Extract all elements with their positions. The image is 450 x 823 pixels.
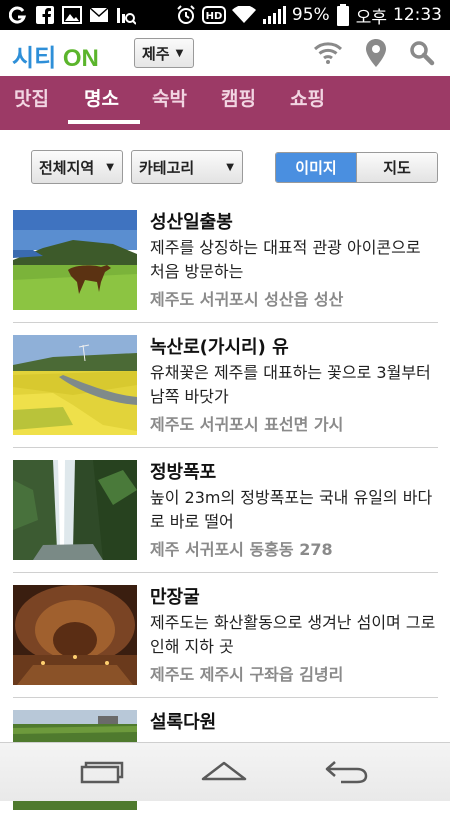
chevron-down-icon: ▼ [106,161,114,173]
tab-lodging[interactable]: 숙박 [152,84,187,111]
category-dropdown-value: 카테고리 [139,158,195,177]
alarm-icon [176,5,196,25]
list-item[interactable]: 만장굴 제주도는 화산활동으로 생겨난 섬이며 그로 인해 지하 곳 제주도 제… [0,573,450,698]
chevron-down-icon: ▼ [226,161,234,173]
chart-icon [116,5,136,25]
chevron-down-icon: ▼ [175,47,184,59]
system-nav-bar [0,742,450,801]
svg-text:HD: HD [206,11,223,22]
list-item[interactable]: 정방폭포 높이 23m의 정방폭포는 국내 유일의 바다로 바로 떨어 제주 서… [0,448,450,573]
region-value: 제주 [142,44,170,63]
g-icon [8,5,28,25]
active-tab-indicator [68,120,140,124]
logo-text-city: 시티 [12,45,57,72]
item-title: 성산일출봉 [150,212,233,233]
battery-icon [336,4,350,26]
item-title: 정방폭포 [150,462,217,483]
back-icon[interactable] [316,755,376,789]
hd-icon: HD [201,5,226,25]
item-address: 제주도 서귀포시 성산읍 성산 [150,290,344,309]
item-title: 만장굴 [150,587,200,608]
item-description: 유채꽃은 제주를 대표하는 꽃으로 3월부터 남쪽 바닷가 [150,363,431,406]
wifi-icon[interactable] [313,38,343,68]
app-header: 시티 ON 제주 ▼ [0,30,450,76]
search-icon[interactable] [407,38,437,68]
location-pin-icon[interactable] [361,38,391,68]
view-toggle: 이미지 지도 [275,152,438,183]
item-description: 제주를 상징하는 대표적 관광 아이콘으로 처음 방문하는 [150,238,421,281]
category-tab-bar: 맛집 명소 숙박 캠핑 쇼핑 [0,76,450,130]
item-title: 설록다원 [150,712,217,733]
list-item[interactable]: 녹산로(가시리) 유 유채꽃은 제주를 대표하는 꽃으로 3월부터 남쪽 바닷가… [0,323,450,448]
area-dropdown-value: 전체지역 [39,158,95,177]
facebook-icon [35,5,55,25]
thumbnail-image [13,335,137,435]
signal-icon [262,5,286,25]
category-dropdown[interactable]: 카테고리 ▼ [131,150,243,184]
tab-shopping[interactable]: 쇼핑 [290,84,325,111]
area-dropdown[interactable]: 전체지역 ▼ [31,150,123,184]
tab-attractions[interactable]: 명소 [84,84,119,111]
ampm-label: 오후 [355,7,387,28]
item-address: 제주도 제주시 구좌읍 김녕리 [150,665,344,684]
status-bar: HD 95% 오후 12:33 [0,0,450,30]
battery-percent: 95% [291,5,330,25]
tab-restaurants[interactable]: 맛집 [14,84,49,111]
map-view-button[interactable]: 지도 [356,153,437,182]
item-address: 제주 서귀포시 동홍동 278 [150,540,333,559]
thumbnail-image [13,460,137,560]
mail-icon [89,5,109,25]
item-description: 높이 23m의 정방폭포는 국내 유일의 바다로 바로 떨어 [150,488,433,531]
thumbnail-image [13,585,137,685]
image-view-button[interactable]: 이미지 [276,153,356,182]
home-icon[interactable] [194,755,254,789]
item-description: 제주도는 화산활동으로 생겨난 섬이며 그로 인해 지하 곳 [150,613,436,656]
region-select[interactable]: 제주 ▼ [134,38,194,68]
list-item[interactable]: 성산일출봉 제주를 상징하는 대표적 관광 아이콘으로 처음 방문하는 제주도 … [0,198,450,323]
tab-camping[interactable]: 캠핑 [221,84,256,111]
clock-time: 12:33 [393,5,442,25]
thumbnail-image [13,210,137,310]
app-logo[interactable]: 시티 ON [12,38,99,73]
logo-text-on: ON [62,45,99,72]
item-title: 녹산로(가시리) 유 [150,337,289,358]
recent-apps-icon[interactable] [73,755,133,789]
item-address: 제주도 서귀포시 표선면 가시 [150,415,344,434]
filter-bar: 전체지역 ▼ 카테고리 ▼ 이미지 지도 [0,150,450,186]
image-icon [62,5,82,25]
wifi-icon [231,5,256,25]
